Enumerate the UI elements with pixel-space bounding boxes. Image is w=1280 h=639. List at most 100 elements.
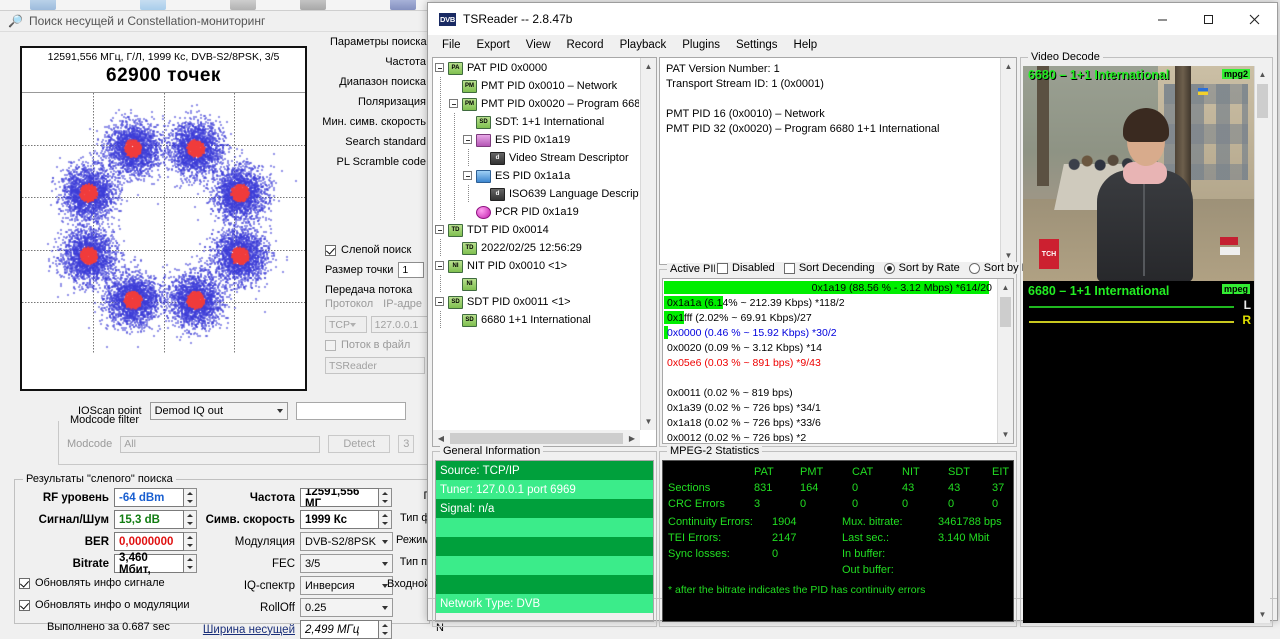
scroll-up-icon[interactable]: ▲ xyxy=(645,58,653,75)
bitrate-stepper[interactable] xyxy=(184,554,197,573)
active-pid-row[interactable]: 0x0011 (0.02 % ~ 819 bps) xyxy=(664,385,996,400)
detect-button[interactable]: Detect xyxy=(328,435,391,453)
sort-by-rate-radio-row[interactable]: Sort by Rate xyxy=(883,262,960,274)
collapse-icon[interactable] xyxy=(435,261,444,270)
modulation-select[interactable]: DVB-S2/8PSK xyxy=(300,532,393,551)
active-pid-row[interactable]: 0x1a19 (88.56 % - 3.12 Mbps) *614/20 xyxy=(664,280,996,295)
scroll-left-icon[interactable]: ◀ xyxy=(433,430,449,446)
stream-to-file-checkbox[interactable] xyxy=(325,339,336,351)
section-detail-panel[interactable]: PAT Version Number: 1 Transport Stream ID… xyxy=(659,57,1017,265)
collapse-icon[interactable] xyxy=(435,225,444,234)
menu-item-file[interactable]: File xyxy=(434,37,469,53)
blind-search-checkbox[interactable] xyxy=(325,244,336,256)
stream-to-file-row[interactable]: Поток в файл xyxy=(325,339,430,351)
tree-toggle[interactable] xyxy=(462,131,476,149)
detect-extra-button[interactable]: 3 xyxy=(398,435,415,453)
scroll-up-icon[interactable]: ▲ xyxy=(1002,279,1010,296)
tree-toggle[interactable] xyxy=(434,293,448,311)
tree-node[interactable]: TD 2022/02/25 12:56:29 xyxy=(434,239,639,257)
tree-toggle[interactable] xyxy=(462,167,476,185)
tree-node[interactable]: d Video Stream Descriptor xyxy=(434,149,639,167)
audio-preview[interactable]: 6680 – 1+1 International mpeg L R xyxy=(1023,281,1254,623)
maximize-button[interactable] xyxy=(1185,3,1231,35)
active-pid-row[interactable]: 0x0012 (0.02 % ~ 726 bps) *2 xyxy=(664,430,996,443)
tree-node[interactable]: PCR PID 0x1a19 xyxy=(434,203,639,221)
modcode-select[interactable]: All xyxy=(120,435,321,453)
menu-item-help[interactable]: Help xyxy=(786,37,826,53)
tree-node[interactable]: PM PMT PID 0x0010 – Network xyxy=(434,77,639,95)
tree-toggle[interactable] xyxy=(434,59,448,77)
tree-node[interactable]: ES PID 0x1a1a xyxy=(434,167,639,185)
collapse-icon[interactable] xyxy=(435,63,444,72)
scroll-down-icon[interactable]: ▼ xyxy=(645,413,653,430)
tree-node[interactable]: SD 6680 1+1 International xyxy=(434,311,639,329)
tree-vertical-scrollbar[interactable]: ▲ ▼ xyxy=(640,58,656,430)
tree-node[interactable]: NI xyxy=(434,275,639,293)
detail-vertical-scrollbar[interactable]: ▲ ▼ xyxy=(1000,58,1016,264)
active-pids-list[interactable]: 0x1a19 (88.56 % - 3.12 Mbps) *614/20 0x1a… xyxy=(662,278,1014,444)
active-pid-row[interactable]: 0x05e6 (0.03 % ~ 891 bps) *9/43 xyxy=(664,355,996,370)
tree-node[interactable]: TD TDT PID 0x0014 xyxy=(434,221,639,239)
dot-size-input[interactable]: 1 xyxy=(398,262,425,278)
symbol-rate-field[interactable]: 1999 Кс xyxy=(300,510,379,529)
scroll-right-icon[interactable]: ▶ xyxy=(624,430,640,446)
collapse-icon[interactable] xyxy=(435,297,444,306)
tree-node[interactable]: ES PID 0x1a19 xyxy=(434,131,639,149)
update-modulation-row[interactable]: Обновлять инфо о модуляции xyxy=(19,599,190,611)
scroll-thumb[interactable] xyxy=(1000,297,1011,327)
carrier-width-label[interactable]: Ширина несущей xyxy=(197,624,295,636)
active-pids-scrollbar[interactable]: ▲ ▼ xyxy=(997,279,1013,443)
update-signal-checkbox[interactable] xyxy=(19,577,30,589)
rolloff-select[interactable]: 0.25 xyxy=(300,598,393,617)
snr-stepper[interactable] xyxy=(184,510,197,529)
tree-toggle[interactable] xyxy=(448,95,462,113)
ber-stepper[interactable] xyxy=(184,532,197,551)
close-button[interactable] xyxy=(1231,3,1277,35)
scroll-down-icon[interactable]: ▼ xyxy=(1002,426,1010,443)
video-preview[interactable]: TCH 6680 – 1+1 International mpg2 xyxy=(1023,66,1254,281)
minimize-button[interactable] xyxy=(1139,3,1185,35)
ber-field[interactable]: 0,0000000 xyxy=(114,532,184,551)
active-pid-row[interactable]: 0x1a39 (0.02 % ~ 726 bps) *34/1 xyxy=(664,400,996,415)
stream-file-name-field[interactable]: TSReader xyxy=(325,357,425,374)
tree-toggle[interactable] xyxy=(434,257,448,275)
scroll-up-icon[interactable]: ▲ xyxy=(1259,66,1267,83)
active-pid-row[interactable]: 0x1a1a (6.14% ~ 212.39 Kbps) *118/2 xyxy=(664,295,996,310)
collapse-icon[interactable] xyxy=(463,135,472,144)
disabled-checkbox-row[interactable]: Disabled xyxy=(717,262,775,274)
disabled-checkbox[interactable] xyxy=(717,262,728,274)
update-signal-row[interactable]: Обновлять инфо сигнале xyxy=(19,577,165,589)
menu-item-settings[interactable]: Settings xyxy=(728,37,786,53)
tree-horizontal-scrollbar[interactable]: ◀ ▶ xyxy=(433,430,640,446)
menu-item-record[interactable]: Record xyxy=(559,37,612,53)
sort-by-pid-radio[interactable] xyxy=(968,262,980,274)
scroll-up-icon[interactable]: ▲ xyxy=(1005,58,1013,75)
collapse-icon[interactable] xyxy=(463,171,472,180)
iq-spectrum-select[interactable]: Инверсия xyxy=(300,576,393,595)
protocol-select[interactable]: TCP xyxy=(325,316,367,333)
active-pid-row[interactable]: 0x1fff (2.02% ~ 69.91 Kbps)/27 xyxy=(664,310,996,325)
tree-node[interactable]: SD SDT PID 0x0011 <1> xyxy=(434,293,639,311)
scroll-thumb[interactable] xyxy=(1257,84,1268,118)
active-pid-row[interactable]: 0x0000 (0.46 % ~ 15.92 Kbps) *30/2 xyxy=(664,325,996,340)
tree-node[interactable]: NI NIT PID 0x0010 <1> xyxy=(434,257,639,275)
menu-item-plugins[interactable]: Plugins xyxy=(674,37,728,53)
tree-node[interactable]: d ISO639 Language Descripto xyxy=(434,185,639,203)
frequency-field[interactable]: 12591,556 МГ xyxy=(300,488,379,507)
menu-item-export[interactable]: Export xyxy=(469,37,518,53)
menu-item-view[interactable]: View xyxy=(518,37,559,53)
tsreader-titlebar[interactable]: DVB TSReader -- 2.8.47b xyxy=(428,3,1277,35)
tree-toggle[interactable] xyxy=(434,221,448,239)
snr-field[interactable]: 15,3 dB xyxy=(114,510,184,529)
bitrate-field[interactable]: 3,460 Мбит, xyxy=(114,552,184,576)
pid-tree-panel[interactable]: PA PAT PID 0x0000 PM PMT PID 0x0010 – Netwo… xyxy=(432,57,657,447)
symbol-rate-stepper[interactable] xyxy=(379,510,392,529)
video-decode-scrollbar[interactable]: ▲ ▼ xyxy=(1254,66,1270,623)
tree-node[interactable]: PM PMT PID 0x0020 – Program 6680 xyxy=(434,95,639,113)
active-pid-row[interactable]: 0x1a18 (0.02 % ~ 726 bps) *33/6 xyxy=(664,415,996,430)
rf-level-field[interactable]: -64 dBm xyxy=(114,488,184,507)
tree-node[interactable]: SD SDT: 1+1 International xyxy=(434,113,639,131)
fec-select[interactable]: 3/5 xyxy=(300,554,393,573)
active-pid-row[interactable] xyxy=(664,370,996,385)
active-pid-row[interactable]: 0x0020 (0.09 % ~ 3.12 Kbps) *14 xyxy=(664,340,996,355)
